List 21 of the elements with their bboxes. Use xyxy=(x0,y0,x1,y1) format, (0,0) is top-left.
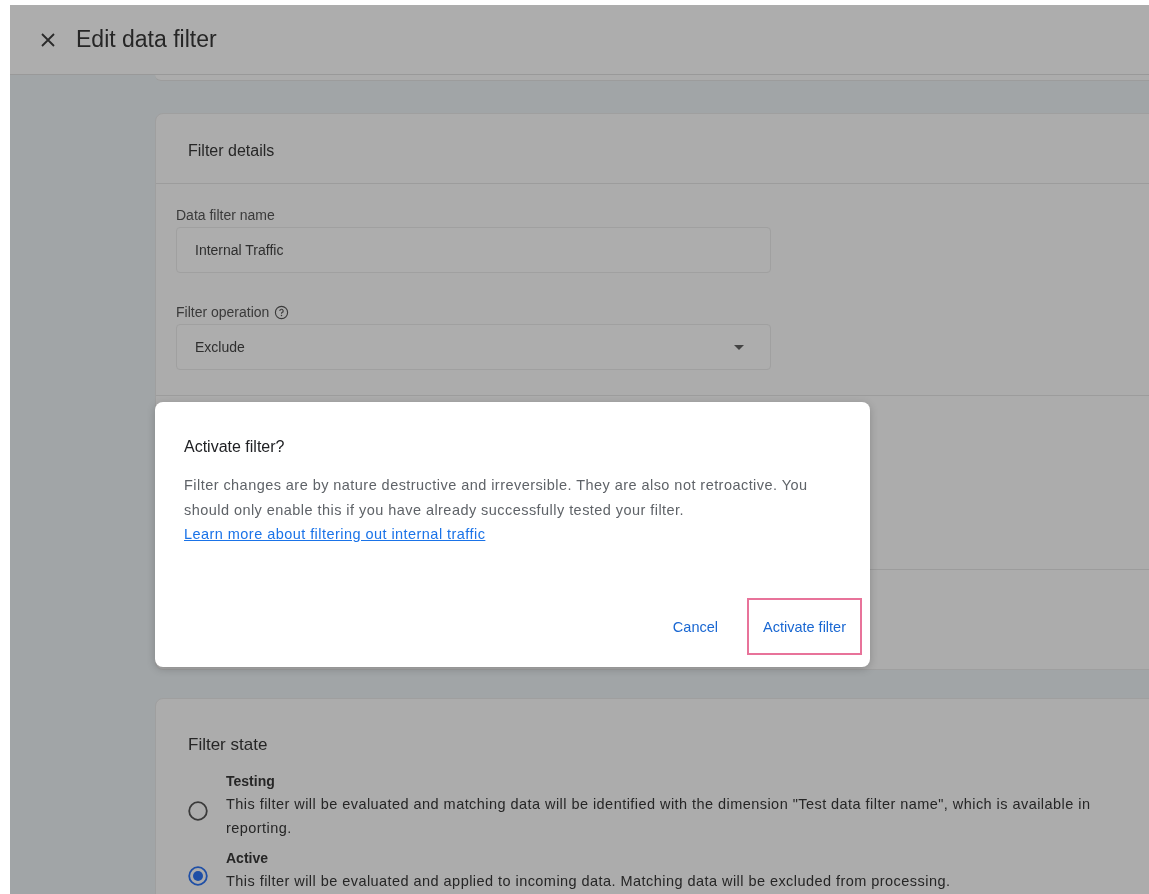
option-description: This filter will be evaluated and applied to incoming data. Matching data will be excluded from processing. xyxy=(226,872,952,891)
field-label: Filter operation xyxy=(176,304,270,320)
dialog-message: Filter changes are by nature destructive and irreversible. They are also not retroactive. You should only enable this if you have already successfully tested your filter. Learn more about filtering out internal traffic xyxy=(184,476,809,544)
card-title: Filter state xyxy=(188,735,268,754)
field-label: Data filter name xyxy=(176,207,275,223)
help-icon[interactable] xyxy=(274,304,290,320)
close-icon[interactable] xyxy=(40,31,56,48)
filter-name-field[interactable]: Internal Traffic xyxy=(176,227,771,273)
page-title: Edit data filter xyxy=(76,26,217,53)
radio-button[interactable] xyxy=(188,800,208,821)
dialog-title: Activate filter? xyxy=(184,438,286,456)
radio-button[interactable] xyxy=(188,865,208,886)
card-title: Filter details xyxy=(188,142,275,159)
option-label: Testing xyxy=(226,773,276,789)
learn-more-link[interactable]: Learn more about filtering out internal traffic xyxy=(184,526,486,542)
filter-operation-dropdown[interactable]: Exclude xyxy=(176,324,771,370)
option-label: Active xyxy=(226,850,270,866)
caret-icon xyxy=(734,344,744,350)
option-description: This filter will be evaluated and matching data will be identified with the dimension "Test data filter name", which is available in reporting. xyxy=(226,795,1092,838)
activate-button[interactable]: Activate filter xyxy=(747,598,862,655)
cancel-button[interactable]: Cancel xyxy=(656,598,734,655)
